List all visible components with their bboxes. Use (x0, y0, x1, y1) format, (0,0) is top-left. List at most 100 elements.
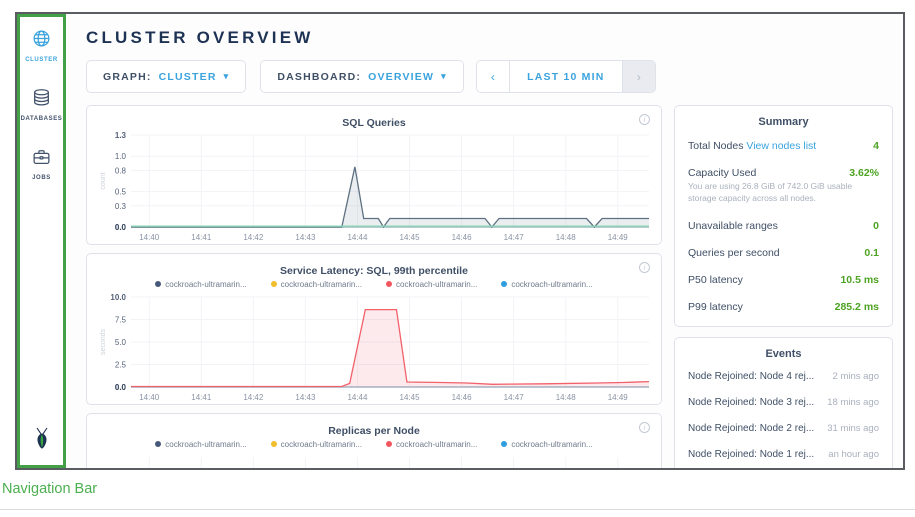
svg-text:14:44: 14:44 (347, 233, 368, 242)
graph-dropdown[interactable]: GRAPH: CLUSTER ▾ (86, 60, 246, 93)
chart-legend: cockroach-ultramarin... cockroach-ultram… (95, 277, 653, 291)
chevron-down-icon: ▾ (224, 71, 230, 82)
chart-header: Replicas per Node i (95, 421, 653, 437)
navigation-bar-annotation-label: Navigation Bar (2, 481, 97, 497)
summary-value: 4 (873, 140, 879, 152)
summary-value: 0.1 (864, 247, 879, 259)
event-row: Node Rejoined: Node 1 rej... an hour ago (688, 442, 879, 468)
series-dot-icon (271, 441, 277, 447)
time-prev-button[interactable]: ‹ (477, 61, 510, 92)
time-next-button-disabled[interactable]: › (622, 61, 655, 92)
summary-panel: Summary Total Nodes View nodes list 4 Ca… (674, 105, 893, 327)
svg-text:0.5: 0.5 (115, 188, 127, 197)
svg-text:14:46: 14:46 (452, 233, 473, 242)
sidebar-item-label: JOBS (32, 175, 51, 181)
svg-text:14:48: 14:48 (556, 393, 577, 402)
chart-header: SQL Queries i (95, 113, 653, 129)
summary-label: Queries per second (688, 247, 780, 259)
svg-text:14:47: 14:47 (504, 393, 525, 402)
svg-text:2.5: 2.5 (115, 361, 127, 370)
replicas-per-node-chart-canvas: 14:4014:4114:4214:4314:4414:4514:4614:47… (95, 451, 653, 468)
svg-text:0.0: 0.0 (115, 223, 127, 232)
info-icon[interactable]: i (639, 422, 650, 433)
summary-value: 0 (873, 220, 879, 232)
svg-text:14:42: 14:42 (243, 393, 264, 402)
svg-text:14:46: 14:46 (452, 393, 473, 402)
dashboard-dropdown[interactable]: DASHBOARD: OVERVIEW ▾ (260, 60, 463, 93)
sidebar-item-label: DATABASES (21, 116, 63, 122)
legend-item: cockroach-ultramarin... (271, 280, 362, 289)
summary-row-unavailable-ranges: Unavailable ranges 0 (688, 212, 879, 239)
charts-column: SQL Queries i 14:4014:4114:4214:4314:441… (86, 105, 662, 468)
cockroachdb-logo-icon[interactable] (30, 426, 54, 457)
sidebar-item-cluster[interactable]: CLUSTER (25, 28, 58, 63)
legend-item: cockroach-ultramarin... (501, 280, 592, 289)
svg-text:14:41: 14:41 (191, 393, 212, 402)
view-nodes-list-link[interactable]: View nodes list (746, 140, 816, 152)
summary-value: 3.62% (849, 167, 879, 179)
series-dot-icon (386, 441, 392, 447)
graph-dropdown-value: CLUSTER (159, 71, 217, 83)
chart-title: SQL Queries (342, 117, 405, 129)
bottom-divider (0, 509, 915, 510)
chart-header: Service Latency: SQL, 99th percentile i (95, 261, 653, 277)
svg-text:14:48: 14:48 (556, 233, 577, 242)
summary-label: Capacity Used (688, 167, 756, 179)
svg-text:14:45: 14:45 (400, 393, 421, 402)
legend-item: cockroach-ultramarin... (155, 280, 246, 289)
svg-text:14:47: 14:47 (504, 233, 525, 242)
sql-queries-chart-canvas: 14:4014:4114:4214:4314:4414:4514:4614:47… (95, 129, 653, 245)
cluster-globe-icon (31, 28, 52, 54)
svg-text:0.0: 0.0 (115, 383, 127, 392)
info-icon[interactable]: i (639, 114, 650, 125)
service-latency-chart-card: Service Latency: SQL, 99th percentile i … (86, 253, 662, 405)
svg-text:seconds: seconds (100, 328, 107, 355)
navigation-sidebar: CLUSTER DATABASES (17, 14, 66, 468)
svg-text:5.0: 5.0 (115, 338, 127, 347)
svg-text:14:49: 14:49 (608, 393, 629, 402)
summary-title: Summary (688, 116, 879, 128)
svg-text:0.8: 0.8 (115, 166, 127, 175)
dashboard-body: SQL Queries i 14:4014:4114:4214:4314:441… (86, 105, 893, 468)
svg-text:14:43: 14:43 (295, 393, 316, 402)
capacity-used-note: You are using 26.8 GiB of 742.0 GiB usab… (688, 181, 879, 212)
event-time: 18 mins ago (827, 397, 879, 408)
event-label[interactable]: Node Rejoined: Node 1 rej... (688, 449, 814, 460)
sql-queries-chart-card: SQL Queries i 14:4014:4114:4214:4314:441… (86, 105, 662, 245)
event-label[interactable]: Node Rejoined: Node 2 rej... (688, 423, 814, 434)
sidebar-item-label: CLUSTER (25, 57, 58, 63)
svg-text:14:40: 14:40 (139, 233, 160, 242)
page-title: CLUSTER OVERVIEW (86, 28, 893, 48)
series-dot-icon (155, 281, 161, 287)
legend-item: cockroach-ultramarin... (386, 280, 477, 289)
event-row: Node Rejoined: Node 4 rej... 2 mins ago (688, 364, 879, 390)
series-dot-icon (501, 281, 507, 287)
sidebar-item-jobs[interactable]: JOBS (31, 146, 52, 181)
event-time: an hour ago (828, 449, 879, 460)
event-row: Node Rejoined: Node 2 rej... 31 mins ago (688, 416, 879, 442)
service-latency-chart-canvas: 14:4014:4114:4214:4314:4414:4514:4614:47… (95, 291, 653, 405)
chart-legend: cockroach-ultramarin... cockroach-ultram… (95, 437, 653, 451)
dashboard-dropdown-value: OVERVIEW (368, 71, 434, 83)
toolbar: GRAPH: CLUSTER ▾ DASHBOARD: OVERVIEW ▾ ‹… (86, 60, 893, 93)
svg-text:count: count (100, 172, 107, 189)
series-dot-icon (501, 441, 507, 447)
svg-text:14:42: 14:42 (243, 233, 264, 242)
svg-text:1.0: 1.0 (115, 152, 127, 161)
event-row: Node Rejoined: Node 3 rej... 18 mins ago (688, 390, 879, 416)
summary-row-queries-per-second: Queries per second 0.1 (688, 239, 879, 266)
info-icon[interactable]: i (639, 262, 650, 273)
event-label[interactable]: Node Rejoined: Node 4 rej... (688, 371, 814, 382)
events-title: Events (688, 348, 879, 360)
time-range-value[interactable]: LAST 10 MIN (510, 61, 622, 92)
series-dot-icon (386, 281, 392, 287)
sidebar-item-databases[interactable]: DATABASES (21, 87, 63, 122)
legend-item: cockroach-ultramarin... (271, 440, 362, 449)
chart-title: Replicas per Node (328, 425, 420, 437)
databases-icon (31, 87, 52, 113)
app-window: CLUSTER DATABASES (15, 12, 905, 470)
graph-dropdown-label: GRAPH: (103, 71, 152, 83)
event-label[interactable]: Node Rejoined: Node 3 rej... (688, 397, 814, 408)
svg-text:7.5: 7.5 (115, 316, 127, 325)
right-column: Summary Total Nodes View nodes list 4 Ca… (674, 105, 893, 468)
